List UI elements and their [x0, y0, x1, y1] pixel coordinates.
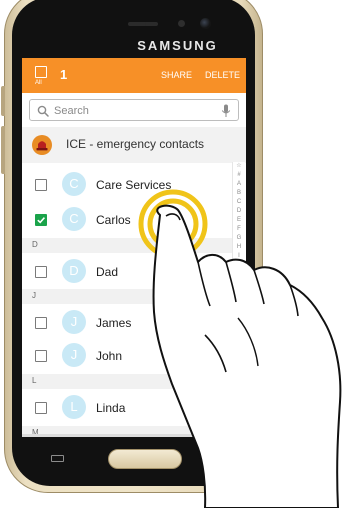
index-letter[interactable]: C	[233, 198, 245, 207]
siren-icon	[36, 141, 48, 151]
index-letter[interactable]: M	[233, 288, 245, 297]
index-letter[interactable]: I	[233, 252, 245, 261]
home-button[interactable]	[108, 449, 182, 469]
contact-name: Carlos	[96, 213, 131, 227]
contact-avatar: L	[62, 395, 86, 419]
contact-row-care-services[interactable]: C Care Services	[22, 170, 232, 200]
contact-checkbox-checked[interactable]	[35, 214, 47, 226]
contact-avatar: C	[62, 172, 86, 196]
alphabet-index-scroller[interactable]: ☆ # A B C D E F G H I J K L M N O	[232, 162, 245, 322]
contact-name: Dad	[96, 265, 119, 279]
search-bar[interactable]: Search	[29, 99, 239, 121]
ice-emergency-contacts-row[interactable]: ICE - emergency contacts	[22, 127, 246, 163]
index-letter[interactable]: ☆	[233, 162, 245, 171]
section-header-l: L	[22, 374, 232, 389]
contact-row-carlos[interactable]: C Carlos	[22, 205, 232, 235]
share-button[interactable]: SHARE	[161, 70, 192, 80]
index-letter[interactable]: L	[233, 279, 245, 288]
ice-badge-icon	[32, 135, 52, 155]
volume-down-key[interactable]	[1, 126, 5, 174]
contact-checkbox[interactable]	[35, 179, 47, 191]
select-all-checkbox[interactable]	[35, 66, 47, 78]
contact-avatar: J	[62, 343, 86, 367]
selected-count: 1	[60, 67, 68, 82]
index-letter[interactable]: #	[233, 171, 245, 180]
proximity-sensor	[178, 20, 185, 27]
search-icon	[37, 105, 49, 117]
section-letter: D	[32, 240, 38, 249]
contact-name: Care Services	[96, 178, 172, 192]
delete-button[interactable]: DELETE	[205, 70, 240, 80]
index-letter[interactable]: F	[233, 225, 245, 234]
contact-checkbox[interactable]	[35, 402, 47, 414]
index-letter[interactable]: O	[233, 306, 245, 315]
index-letter[interactable]: D	[233, 207, 245, 216]
contact-avatar: J	[62, 310, 86, 334]
index-letter[interactable]: A	[233, 180, 245, 189]
brand-logo: SAMSUNG	[137, 38, 218, 53]
screen: All 1 SHARE DELETE Search ICE - emergenc…	[22, 58, 246, 437]
contact-name: Linda	[96, 401, 126, 415]
index-letter[interactable]: N	[233, 297, 245, 306]
contact-row-linda[interactable]: L Linda	[22, 393, 232, 423]
index-letter[interactable]: J	[233, 261, 245, 270]
index-letter[interactable]: E	[233, 216, 245, 225]
ice-label: ICE - emergency contacts	[66, 137, 205, 151]
section-header-d: D	[22, 238, 232, 253]
screen-bottom-edge	[22, 434, 246, 437]
section-letter: L	[32, 376, 37, 385]
contact-checkbox[interactable]	[35, 317, 47, 329]
contact-name: John	[96, 349, 123, 363]
front-camera	[200, 18, 211, 29]
select-all-label: All	[35, 80, 42, 86]
contact-checkbox[interactable]	[35, 350, 47, 362]
index-letter[interactable]: B	[233, 189, 245, 198]
recent-apps-key-icon[interactable]	[51, 455, 64, 462]
microphone-icon[interactable]	[221, 104, 231, 118]
volume-up-key[interactable]	[1, 86, 5, 116]
selection-action-bar: All 1 SHARE DELETE	[22, 58, 246, 93]
contact-name: James	[96, 316, 132, 330]
contact-checkbox[interactable]	[35, 266, 47, 278]
section-letter: J	[32, 291, 36, 300]
back-key-icon[interactable]	[208, 455, 226, 464]
index-letter[interactable]: G	[233, 234, 245, 243]
contact-avatar: D	[62, 259, 86, 283]
contact-row-james[interactable]: J James	[22, 308, 232, 338]
earpiece-speaker	[128, 22, 146, 26]
contact-row-dad[interactable]: D Dad	[22, 257, 232, 287]
index-letter[interactable]: H	[233, 243, 245, 252]
checkmark-icon	[37, 217, 46, 224]
index-letter[interactable]: K	[233, 270, 245, 279]
section-header-j: J	[22, 289, 232, 304]
contact-avatar: C	[62, 207, 86, 231]
search-input[interactable]: Search	[54, 105, 89, 117]
contact-row-john[interactable]: J John	[22, 341, 232, 371]
